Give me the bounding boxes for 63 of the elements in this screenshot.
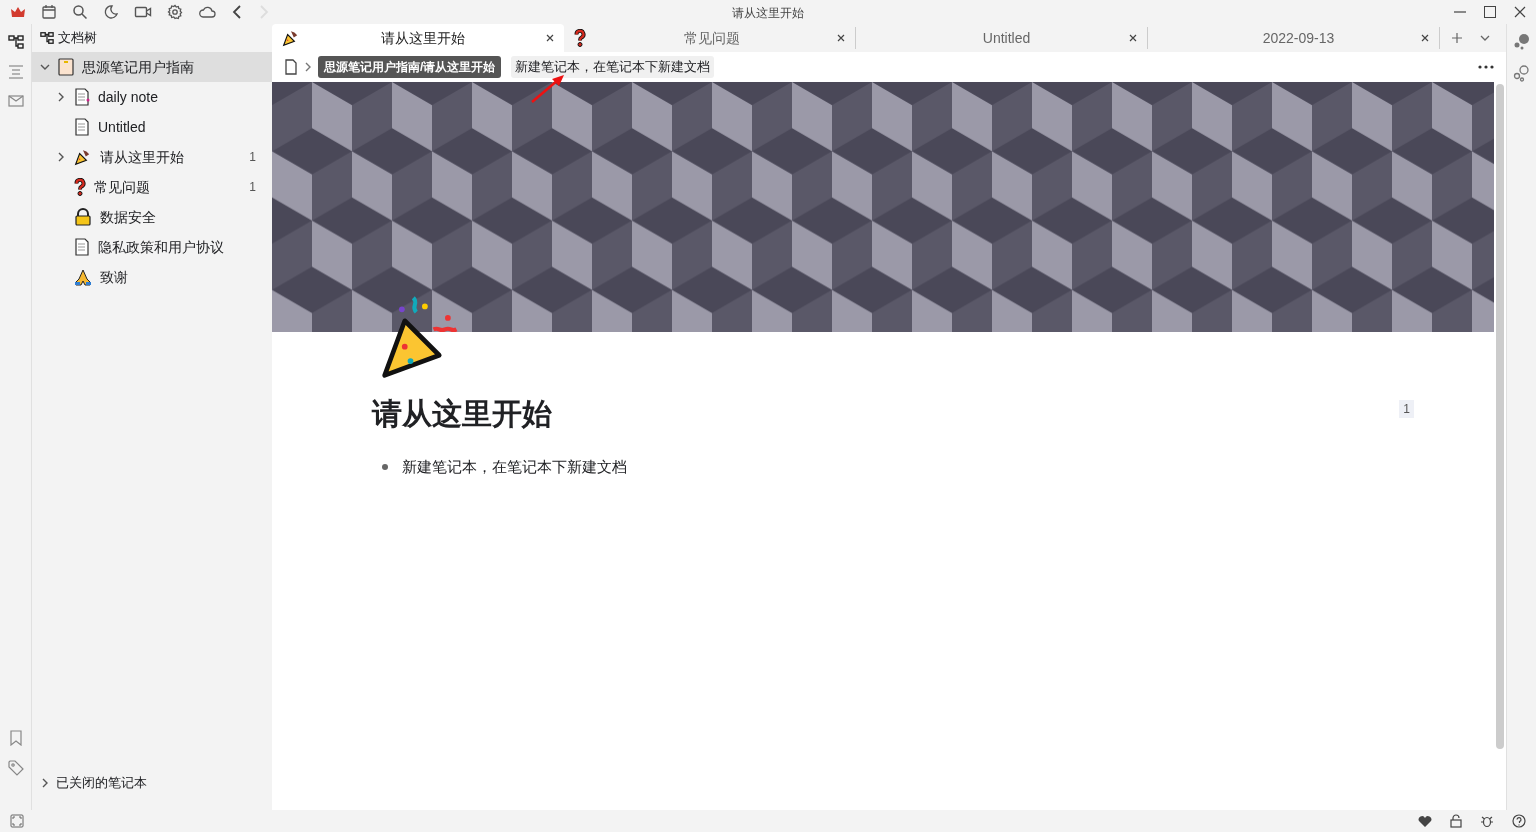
window-title: 请从这里开始 <box>732 6 804 20</box>
bug-icon[interactable] <box>1480 814 1494 828</box>
graph-icon[interactable] <box>1512 32 1531 50</box>
mail-icon[interactable] <box>7 94 24 108</box>
tab[interactable]: 请从这里开始 <box>272 24 564 52</box>
notebook-icon <box>58 58 74 76</box>
chevron-right-icon[interactable] <box>56 152 66 162</box>
question-mark-icon <box>574 29 586 47</box>
chevron-down-icon[interactable] <box>40 62 50 72</box>
close-icon[interactable] <box>1129 34 1137 42</box>
tree-item[interactable]: 思源笔记用户指南 <box>32 52 272 82</box>
maximize-icon[interactable] <box>1484 6 1496 18</box>
bookmark-icon[interactable] <box>8 730 23 746</box>
reference-count: 1 <box>249 149 256 166</box>
fullscreen-icon[interactable] <box>10 814 24 828</box>
close-icon[interactable] <box>837 34 845 42</box>
scrollbar[interactable] <box>1496 84 1504 749</box>
reference-count: 1 <box>249 179 256 196</box>
document-icon <box>74 88 90 106</box>
crown-icon[interactable] <box>10 6 26 18</box>
calendar-icon[interactable] <box>41 4 57 20</box>
moon-icon[interactable] <box>103 4 119 20</box>
lock-icon[interactable] <box>1450 814 1462 828</box>
chevron-down-icon[interactable] <box>1480 33 1490 43</box>
tree-structure-icon <box>40 31 54 45</box>
padlock-icon <box>74 208 92 226</box>
question-mark-icon <box>74 178 86 196</box>
more-icon[interactable] <box>1478 65 1494 69</box>
document-icon[interactable] <box>284 59 298 75</box>
document-icon <box>74 238 90 256</box>
breadcrumb-item[interactable]: 新建笔记本，在笔记本下新建文档 <box>511 56 715 78</box>
help-icon[interactable] <box>1512 814 1526 828</box>
chevron-right-icon[interactable] <box>56 92 66 102</box>
close-icon[interactable] <box>1514 6 1526 18</box>
chevron-right-icon <box>304 61 312 73</box>
pointer-arrow-drawing <box>530 74 566 104</box>
plus-icon[interactable] <box>1452 33 1462 43</box>
party-popper-icon <box>74 148 92 166</box>
party-popper-icon <box>282 29 300 47</box>
search-icon[interactable] <box>72 4 88 20</box>
panel-title: 文档树 <box>58 29 97 48</box>
close-icon[interactable] <box>1421 34 1429 42</box>
video-camera-icon[interactable] <box>134 4 152 20</box>
settings-icon[interactable] <box>167 4 183 20</box>
tag-icon[interactable] <box>7 760 24 776</box>
closed-notebooks-item[interactable]: 已关闭的笔记本 <box>32 768 272 798</box>
chevron-right-icon[interactable] <box>40 778 50 788</box>
cloud-icon[interactable] <box>198 5 216 19</box>
tab[interactable]: Untitled <box>856 27 1148 49</box>
tree-structure-icon[interactable] <box>7 34 24 50</box>
tab[interactable]: 常见问题 <box>564 27 856 49</box>
document-icon <box>74 118 90 136</box>
bullet-icon <box>382 464 388 471</box>
list-item-text: 新建笔记本，在笔记本下新建文档 <box>402 457 627 477</box>
document-title: 请从这里开始 <box>372 396 553 432</box>
tab[interactable]: 2022-09-13 <box>1148 27 1440 49</box>
graph-outline-icon[interactable] <box>1512 64 1531 82</box>
praying-hands-icon <box>74 268 92 286</box>
tooltip: 思源笔记用户指南/请从这里开始 <box>318 56 502 78</box>
close-icon[interactable] <box>546 34 554 42</box>
reference-count: 1 <box>1399 400 1414 418</box>
heart-icon[interactable] <box>1418 814 1432 828</box>
back-icon[interactable] <box>231 4 243 20</box>
